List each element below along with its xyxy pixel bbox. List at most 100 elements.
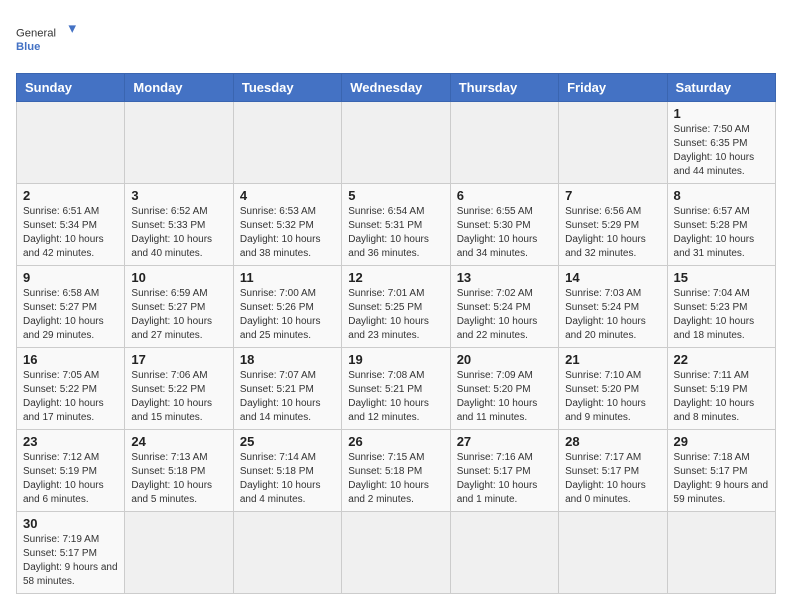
day-number: 27 (457, 434, 552, 449)
day-number: 2 (23, 188, 118, 203)
header-row: SundayMondayTuesdayWednesdayThursdayFrid… (17, 74, 776, 102)
day-info: Sunrise: 7:06 AM Sunset: 5:22 PM Dayligh… (131, 369, 226, 425)
calendar-cell: 23 Sunrise: 7:12 AM Sunset: 5:19 PM Dayli… (17, 430, 125, 512)
day-of-week-header: Friday (559, 74, 667, 102)
calendar-cell: 11 Sunrise: 7:00 AM Sunset: 5:26 PM Dayli… (233, 266, 341, 348)
calendar-cell: 24 Sunrise: 7:13 AM Sunset: 5:18 PM Dayli… (125, 430, 233, 512)
page-header: General Blue (16, 16, 776, 61)
calendar-cell: 12Sunrise: 7:01 AM Sunset: 5:25 PM Dayli… (342, 266, 450, 348)
calendar-week-row: 23 Sunrise: 7:12 AM Sunset: 5:19 PM Dayli… (17, 430, 776, 512)
day-info: Sunrise: 7:10 AM Sunset: 5:20 PM Dayligh… (565, 369, 660, 425)
calendar-table: SundayMondayTuesdayWednesdayThursdayFrid… (16, 73, 776, 594)
calendar-cell: 5 Sunrise: 6:54 AM Sunset: 5:31 PM Daylig… (342, 184, 450, 266)
calendar-week-row: 16Sunrise: 7:05 AM Sunset: 5:22 PM Dayli… (17, 348, 776, 430)
calendar-week-row: 30Sunrise: 7:19 AM Sunset: 5:17 PM Dayli… (17, 512, 776, 594)
calendar-cell: 19Sunrise: 7:08 AM Sunset: 5:21 PM Dayli… (342, 348, 450, 430)
day-of-week-header: Tuesday (233, 74, 341, 102)
day-number: 24 (131, 434, 226, 449)
day-number: 10 (131, 270, 226, 285)
day-number: 18 (240, 352, 335, 367)
day-info: Sunrise: 7:00 AM Sunset: 5:26 PM Dayligh… (240, 287, 335, 343)
day-info: Sunrise: 7:02 AM Sunset: 5:24 PM Dayligh… (457, 287, 552, 343)
calendar-cell: 9 Sunrise: 6:58 AM Sunset: 5:27 PM Daylig… (17, 266, 125, 348)
logo: General Blue (16, 16, 76, 61)
day-number: 8 (674, 188, 769, 203)
calendar-cell: 8Sunrise: 6:57 AM Sunset: 5:28 PM Daylig… (667, 184, 775, 266)
calendar-cell: 25 Sunrise: 7:14 AM Sunset: 5:18 PM Dayli… (233, 430, 341, 512)
day-info: Sunrise: 6:54 AM Sunset: 5:31 PM Dayligh… (348, 205, 443, 261)
day-number: 25 (240, 434, 335, 449)
day-number: 7 (565, 188, 660, 203)
calendar-cell: 2Sunrise: 6:51 AM Sunset: 5:34 PM Daylig… (17, 184, 125, 266)
day-number: 6 (457, 188, 552, 203)
calendar-cell (125, 512, 233, 594)
day-number: 20 (457, 352, 552, 367)
day-number: 16 (23, 352, 118, 367)
day-number: 9 (23, 270, 118, 285)
day-of-week-header: Monday (125, 74, 233, 102)
day-info: Sunrise: 6:58 AM Sunset: 5:27 PM Dayligh… (23, 287, 118, 343)
calendar-cell: 28 Sunrise: 7:17 AM Sunset: 5:17 PM Dayli… (559, 430, 667, 512)
calendar-cell: 1Sunrise: 7:50 AM Sunset: 6:35 PM Daylig… (667, 102, 775, 184)
day-info: Sunrise: 7:50 AM Sunset: 6:35 PM Dayligh… (674, 123, 769, 179)
calendar-cell (233, 512, 341, 594)
day-of-week-header: Saturday (667, 74, 775, 102)
day-info: Sunrise: 7:13 AM Sunset: 5:18 PM Dayligh… (131, 451, 226, 507)
calendar-cell (450, 102, 558, 184)
calendar-cell: 22 Sunrise: 7:11 AM Sunset: 5:19 PM Dayli… (667, 348, 775, 430)
calendar-cell: 3 Sunrise: 6:52 AM Sunset: 5:33 PM Daylig… (125, 184, 233, 266)
day-of-week-header: Sunday (17, 74, 125, 102)
day-info: Sunrise: 7:03 AM Sunset: 5:24 PM Dayligh… (565, 287, 660, 343)
day-info: Sunrise: 7:16 AM Sunset: 5:17 PM Dayligh… (457, 451, 552, 507)
calendar-cell: 27 Sunrise: 7:16 AM Sunset: 5:17 PM Dayli… (450, 430, 558, 512)
day-number: 21 (565, 352, 660, 367)
calendar-week-row: 9 Sunrise: 6:58 AM Sunset: 5:27 PM Daylig… (17, 266, 776, 348)
day-number: 19 (348, 352, 443, 367)
calendar-week-row: 2Sunrise: 6:51 AM Sunset: 5:34 PM Daylig… (17, 184, 776, 266)
calendar-week-row: 1Sunrise: 7:50 AM Sunset: 6:35 PM Daylig… (17, 102, 776, 184)
day-info: Sunrise: 7:07 AM Sunset: 5:21 PM Dayligh… (240, 369, 335, 425)
calendar-cell (125, 102, 233, 184)
calendar-cell: 30Sunrise: 7:19 AM Sunset: 5:17 PM Dayli… (17, 512, 125, 594)
day-info: Sunrise: 7:14 AM Sunset: 5:18 PM Dayligh… (240, 451, 335, 507)
calendar-cell (559, 512, 667, 594)
day-number: 26 (348, 434, 443, 449)
calendar-cell: 15 Sunrise: 7:04 AM Sunset: 5:23 PM Dayli… (667, 266, 775, 348)
day-of-week-header: Wednesday (342, 74, 450, 102)
day-info: Sunrise: 6:53 AM Sunset: 5:32 PM Dayligh… (240, 205, 335, 261)
calendar-cell: 20 Sunrise: 7:09 AM Sunset: 5:20 PM Dayli… (450, 348, 558, 430)
calendar-cell: 18 Sunrise: 7:07 AM Sunset: 5:21 PM Dayli… (233, 348, 341, 430)
calendar-cell: 16Sunrise: 7:05 AM Sunset: 5:22 PM Dayli… (17, 348, 125, 430)
day-number: 22 (674, 352, 769, 367)
calendar-cell: 29Sunrise: 7:18 AM Sunset: 5:17 PM Dayli… (667, 430, 775, 512)
day-number: 15 (674, 270, 769, 285)
day-number: 5 (348, 188, 443, 203)
day-number: 14 (565, 270, 660, 285)
day-number: 28 (565, 434, 660, 449)
calendar-cell: 21 Sunrise: 7:10 AM Sunset: 5:20 PM Dayli… (559, 348, 667, 430)
day-number: 12 (348, 270, 443, 285)
day-info: Sunrise: 7:12 AM Sunset: 5:19 PM Dayligh… (23, 451, 118, 507)
calendar-cell (450, 512, 558, 594)
calendar-cell: 10 Sunrise: 6:59 AM Sunset: 5:27 PM Dayli… (125, 266, 233, 348)
day-number: 11 (240, 270, 335, 285)
day-number: 23 (23, 434, 118, 449)
calendar-cell (559, 102, 667, 184)
day-info: Sunrise: 7:09 AM Sunset: 5:20 PM Dayligh… (457, 369, 552, 425)
calendar-cell: 14 Sunrise: 7:03 AM Sunset: 5:24 PM Dayli… (559, 266, 667, 348)
calendar-cell: 4Sunrise: 6:53 AM Sunset: 5:32 PM Daylig… (233, 184, 341, 266)
day-info: Sunrise: 7:17 AM Sunset: 5:17 PM Dayligh… (565, 451, 660, 507)
day-info: Sunrise: 7:04 AM Sunset: 5:23 PM Dayligh… (674, 287, 769, 343)
day-info: Sunrise: 6:56 AM Sunset: 5:29 PM Dayligh… (565, 205, 660, 261)
calendar-cell (17, 102, 125, 184)
day-info: Sunrise: 6:59 AM Sunset: 5:27 PM Dayligh… (131, 287, 226, 343)
calendar-cell (342, 102, 450, 184)
day-number: 3 (131, 188, 226, 203)
svg-text:Blue: Blue (16, 41, 40, 53)
calendar-cell: 7 Sunrise: 6:56 AM Sunset: 5:29 PM Daylig… (559, 184, 667, 266)
day-info: Sunrise: 7:19 AM Sunset: 5:17 PM Dayligh… (23, 533, 118, 589)
calendar-cell (233, 102, 341, 184)
day-info: Sunrise: 7:11 AM Sunset: 5:19 PM Dayligh… (674, 369, 769, 425)
day-info: Sunrise: 6:52 AM Sunset: 5:33 PM Dayligh… (131, 205, 226, 261)
day-info: Sunrise: 7:15 AM Sunset: 5:18 PM Dayligh… (348, 451, 443, 507)
